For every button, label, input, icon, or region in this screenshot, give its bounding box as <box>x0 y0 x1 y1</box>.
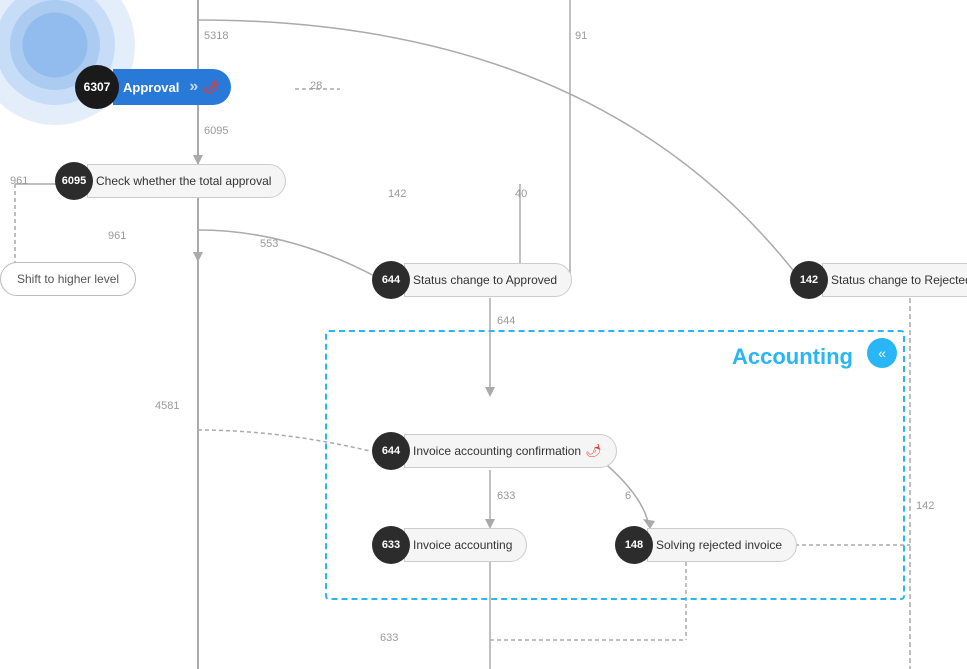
solving-rejected-label: Solving rejected invoice <box>647 528 797 562</box>
edge-label-633: 633 <box>497 490 515 502</box>
edge-label-633b: 633 <box>380 632 398 644</box>
node-badge-6307: 6307 <box>75 65 119 109</box>
edge-label-6095: 6095 <box>204 125 228 137</box>
edge-label-644: 644 <box>497 315 515 327</box>
node-status-approved[interactable]: 644 Status change to Approved <box>372 262 572 298</box>
node-approval[interactable]: 6307 Approval » 🌶 <box>75 68 231 106</box>
edge-label-142: 142 <box>388 188 406 200</box>
edge-label-4581: 4581 <box>155 400 179 412</box>
chili-icon-2: 🌶 <box>585 443 602 459</box>
node-badge-644-invoice: 644 <box>372 432 410 470</box>
edge-label-91: 91 <box>575 30 587 42</box>
edge-label-28: 28 <box>310 80 322 92</box>
node-solving-rejected[interactable]: 148 Solving rejected invoice <box>615 527 797 563</box>
node-badge-148: 148 <box>615 526 653 564</box>
edge-label-961: 961 <box>10 175 28 187</box>
node-invoice-confirm[interactable]: 644 Invoice accounting confirmation 🌶 <box>372 433 617 469</box>
accounting-title: Accounting <box>732 344 853 370</box>
edge-label-961b: 961 <box>108 230 126 242</box>
edge-label-40: 40 <box>515 188 527 200</box>
node-badge-142: 142 <box>790 261 828 299</box>
node-shift-higher[interactable]: Shift to higher level <box>0 262 136 296</box>
status-rejected-label: Status change to Rejected <box>822 263 967 297</box>
node-invoice-accounting[interactable]: 633 Invoice accounting <box>372 527 527 563</box>
node-6095[interactable]: 6095 Check whether the total approval <box>55 163 286 199</box>
chili-icon: 🌶 <box>202 79 219 95</box>
accounting-collapse-button[interactable]: « <box>867 338 897 368</box>
check-approval-label: Check whether the total approval <box>87 164 286 198</box>
edge-label-5318: 5318 <box>204 30 228 42</box>
node-status-rejected[interactable]: 142 Status change to Rejected <box>790 262 967 298</box>
edge-label-142b: 142 <box>916 500 934 512</box>
status-approved-label: Status change to Approved <box>404 263 572 297</box>
invoice-accounting-label: Invoice accounting <box>404 528 527 562</box>
node-badge-6095: 6095 <box>55 162 93 200</box>
node-badge-633: 633 <box>372 526 410 564</box>
invoice-confirm-label: Invoice accounting confirmation 🌶 <box>404 434 617 468</box>
node-badge-644-approved: 644 <box>372 261 410 299</box>
edge-label-553: 553 <box>260 238 278 250</box>
edge-label-6: 6 <box>625 490 631 502</box>
approval-label: Approval » 🌶 <box>113 69 231 105</box>
